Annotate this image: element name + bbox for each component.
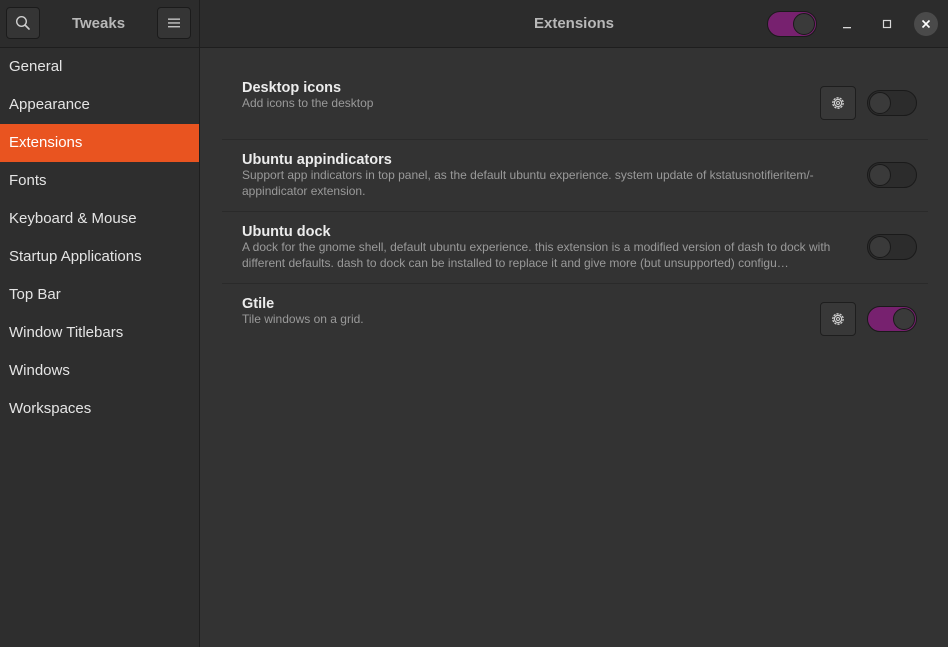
maximize-button[interactable]: [875, 12, 899, 36]
extension-description: Tile windows on a grid.: [242, 312, 364, 326]
sidebar-item-extensions[interactable]: Extensions: [0, 124, 199, 162]
gear-icon: [832, 97, 844, 109]
toggle-knob: [869, 164, 891, 186]
extension-description: Add icons to the desktop: [242, 96, 374, 110]
extension-row-ubuntu-dock: Ubuntu dock A dock for the gnome shell, …: [222, 224, 928, 284]
sidebar-item-appearance[interactable]: Appearance: [0, 86, 199, 124]
extensions-master-toggle[interactable]: [767, 11, 817, 37]
toggle-knob: [893, 308, 915, 330]
main-menu-button[interactable]: [157, 7, 191, 39]
extension-name: Desktop icons: [242, 80, 342, 96]
hamburger-menu-icon: [168, 18, 180, 28]
header-bar: Tweaks Extensions: [0, 0, 948, 48]
sidebar-item-workspaces[interactable]: Workspaces: [0, 390, 199, 428]
extensions-list: Desktop icons Add icons to the desktop U…: [200, 48, 948, 647]
search-icon: [15, 15, 30, 30]
extension-description: A dock for the gnome shell, default ubun…: [242, 240, 831, 270]
sidebar-item-fonts[interactable]: Fonts: [0, 162, 199, 200]
sidebar-item-keyboard-mouse[interactable]: Keyboard & Mouse: [0, 200, 199, 238]
extension-settings-button[interactable]: [820, 86, 856, 120]
extension-row-gtile: Gtile Tile windows on a grid.: [222, 296, 928, 355]
minimize-button[interactable]: [835, 12, 859, 36]
extension-row-ubuntu-appindicators: Ubuntu appindicators Support app indicat…: [222, 152, 928, 212]
sidebar-item-window-titlebars[interactable]: Window Titlebars: [0, 314, 199, 352]
sidebar-item-startup-applications[interactable]: Startup Applications: [0, 238, 199, 276]
extension-description: Support app indicators in top panel, as …: [242, 168, 814, 198]
toggle-knob: [869, 236, 891, 258]
extension-name: Ubuntu dock: [242, 224, 331, 240]
gear-icon: [832, 313, 844, 325]
sidebar-item-general[interactable]: General: [0, 48, 199, 86]
extension-row-desktop-icons: Desktop icons Add icons to the desktop: [222, 80, 928, 140]
extension-name: Ubuntu appindicators: [242, 152, 392, 168]
extension-name: Gtile: [242, 296, 275, 312]
sidebar-header: Tweaks: [0, 0, 200, 47]
close-button[interactable]: [914, 12, 938, 36]
extension-toggle[interactable]: [867, 162, 917, 188]
close-icon: [921, 19, 931, 29]
sidebar-item-top-bar[interactable]: Top Bar: [0, 276, 199, 314]
sidebar-item-windows[interactable]: Windows: [0, 352, 199, 390]
app-title: Tweaks: [71, 15, 126, 32]
toggle-knob: [869, 92, 891, 114]
extension-toggle[interactable]: [867, 306, 917, 332]
minimize-icon: [843, 27, 851, 29]
search-button[interactable]: [6, 7, 40, 39]
toggle-knob: [793, 13, 815, 35]
maximize-icon: [882, 19, 892, 29]
sidebar: General Appearance Extensions Fonts Keyb…: [0, 48, 200, 647]
extension-settings-button[interactable]: [820, 302, 856, 336]
extension-toggle[interactable]: [867, 90, 917, 116]
extension-toggle[interactable]: [867, 234, 917, 260]
